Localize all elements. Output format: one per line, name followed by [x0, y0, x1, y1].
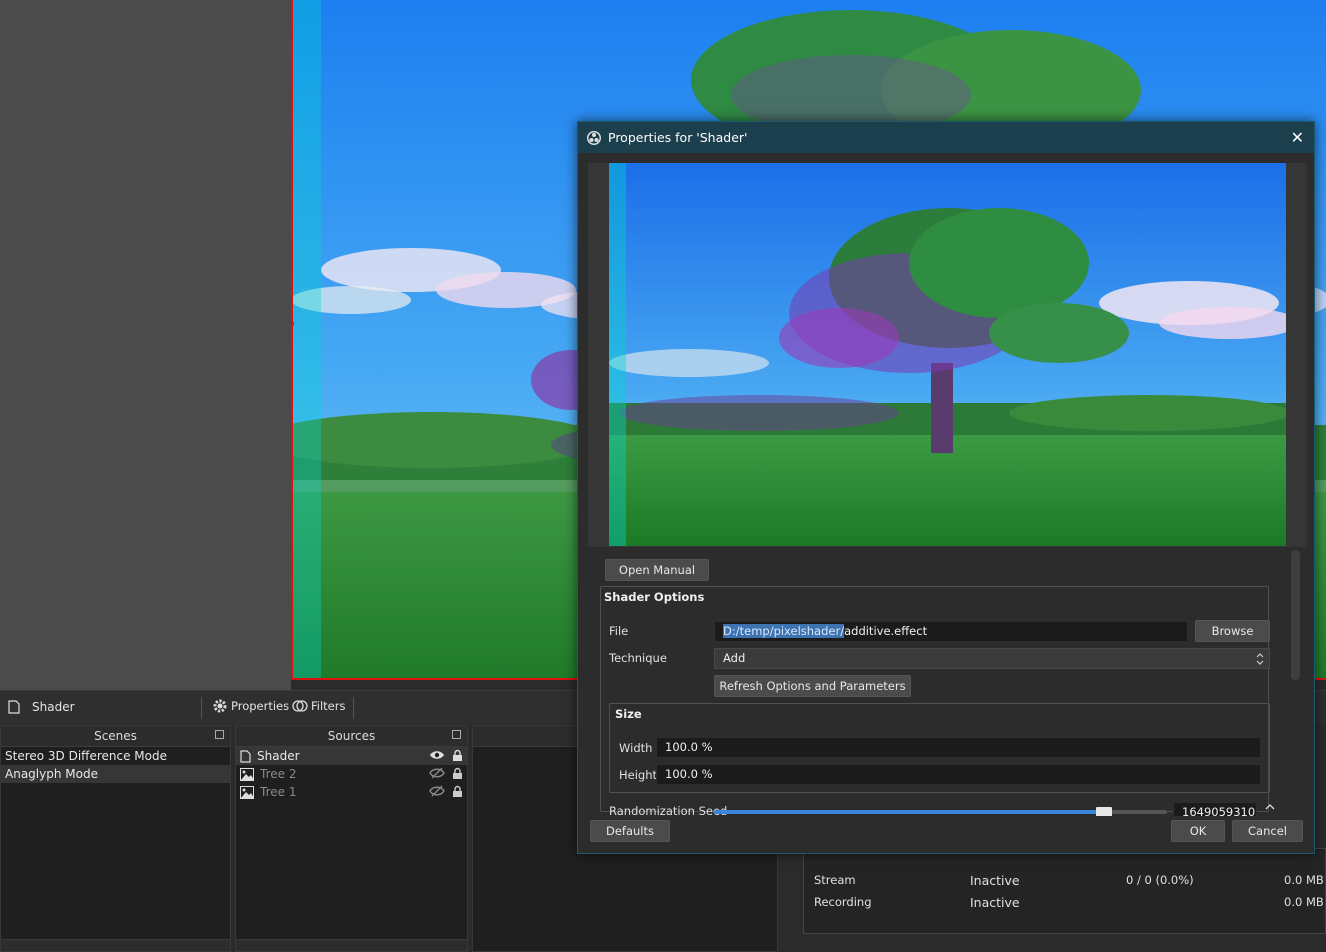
sources-dock: Sources Shader Tree 2 Tree 1: [235, 725, 468, 952]
source-label: Tree 2: [260, 767, 297, 781]
seed-slider-track[interactable]: [714, 807, 1167, 816]
seed-slider-handle[interactable]: [1095, 807, 1112, 816]
eye-hidden-icon[interactable]: [429, 785, 445, 797]
width-label: Width: [619, 741, 653, 755]
stats-row-total: 0.0 MB: [1284, 873, 1324, 887]
gear-icon: [213, 699, 227, 713]
browse-button[interactable]: Browse: [1195, 620, 1270, 642]
eye-icon[interactable]: [429, 749, 445, 761]
width-field[interactable]: 100.0 %: [656, 737, 1261, 758]
seed-value-field[interactable]: 1649059310: [1173, 802, 1257, 816]
technique-value: Add: [723, 651, 746, 665]
scenes-dock-toolbar: [1, 939, 230, 951]
scene-item[interactable]: Anaglyph Mode: [1, 765, 230, 783]
height-label: Height: [619, 768, 658, 782]
obs-logo-icon: [587, 130, 601, 145]
file-name: additive.effect: [844, 624, 928, 638]
file-path-selection: D:/temp/pixelshader/: [723, 624, 845, 638]
defaults-button[interactable]: Defaults: [590, 820, 670, 842]
properties-dialog: Properties for 'Shader' ✕ Open Manual Sh…: [577, 121, 1315, 854]
dialog-preview-image: [609, 163, 1286, 546]
dialog-scrollbar[interactable]: [1291, 550, 1300, 680]
scene-item[interactable]: Stereo 3D Difference Mode: [1, 747, 230, 765]
height-field[interactable]: 100.0 %: [656, 764, 1261, 785]
properties-label: Properties: [231, 699, 290, 713]
selected-source-label: Shader: [32, 700, 75, 714]
toolbar-separator: [353, 697, 354, 719]
close-icon[interactable]: ✕: [1291, 128, 1304, 147]
technique-label: Technique: [609, 651, 667, 665]
scenes-dock: Scenes Stereo 3D Difference Mode Anaglyp…: [0, 725, 231, 952]
selected-source: Shader: [8, 700, 75, 714]
stats-row-output: Recording: [814, 895, 872, 909]
lock-icon[interactable]: [452, 767, 463, 780]
technique-select[interactable]: Add: [714, 648, 1270, 669]
scenes-title: Scenes: [94, 729, 137, 743]
dialog-preview: [588, 163, 1307, 547]
image-icon: [240, 768, 254, 781]
eye-hidden-icon[interactable]: [429, 767, 445, 779]
spinner-up-icon[interactable]: [1263, 802, 1277, 812]
output-stats-table: Stream Inactive 0 / 0 (0.0%) 0.0 MB Reco…: [803, 848, 1326, 934]
dialog-titlebar: Properties for 'Shader' ✕: [578, 122, 1314, 153]
lock-icon[interactable]: [452, 785, 463, 798]
lock-icon[interactable]: [452, 749, 463, 762]
seed-slider-fill: [714, 810, 1104, 814]
stats-dock: Stream Inactive 0 / 0 (0.0%) 0.0 MB Reco…: [790, 840, 1326, 952]
dialog-title: Properties for 'Shader': [608, 130, 748, 145]
sources-title: Sources: [327, 729, 376, 743]
stats-row-dropped: 0 / 0 (0.0%): [1126, 873, 1194, 887]
file-icon: [8, 700, 20, 714]
scene-label: Stereo 3D Difference Mode: [5, 749, 167, 763]
toolbar-separator: [201, 697, 202, 719]
filters-button[interactable]: Filters: [292, 698, 345, 714]
sources-dock-header: Sources: [236, 726, 467, 747]
source-item[interactable]: Tree 1: [236, 783, 467, 801]
ok-button[interactable]: OK: [1171, 820, 1225, 842]
float-dock-icon[interactable]: [215, 730, 224, 739]
seed-row-clip: Randomization Seed 1649059310: [600, 800, 1300, 816]
source-label: Tree 1: [260, 785, 297, 799]
image-icon: [240, 786, 254, 799]
cancel-button[interactable]: Cancel: [1232, 820, 1303, 842]
stats-row-status: Inactive: [970, 895, 1020, 910]
file-icon: [240, 750, 251, 763]
source-item[interactable]: Tree 2: [236, 765, 467, 783]
spinner-arrows-icon: [1256, 653, 1264, 665]
seed-label: Randomization Seed: [609, 804, 728, 816]
scenes-dock-header: Scenes: [1, 726, 230, 747]
float-dock-icon[interactable]: [452, 730, 461, 739]
size-group-label: Size: [615, 707, 642, 721]
file-path-field[interactable]: D:/temp/pixelshader/additive.effect: [714, 621, 1188, 642]
sources-dock-toolbar: [236, 939, 467, 951]
stats-row-status: Inactive: [970, 873, 1020, 888]
properties-button[interactable]: Properties: [212, 698, 289, 714]
source-item[interactable]: Shader: [236, 747, 467, 765]
canvas-background: [0, 0, 291, 690]
selection-border-left: [291, 0, 293, 680]
source-label: Shader: [257, 749, 300, 763]
scene-label: Anaglyph Mode: [5, 767, 98, 781]
stats-row-total: 0.0 MB: [1284, 895, 1324, 909]
refresh-options-button[interactable]: Refresh Options and Parameters: [714, 675, 911, 697]
file-label: File: [609, 624, 629, 638]
filters-label: Filters: [311, 699, 346, 713]
stats-row-output: Stream: [814, 873, 856, 887]
filter-icon: [292, 700, 308, 712]
open-manual-button[interactable]: Open Manual: [605, 559, 709, 581]
shader-options-label: Shader Options: [604, 590, 705, 604]
